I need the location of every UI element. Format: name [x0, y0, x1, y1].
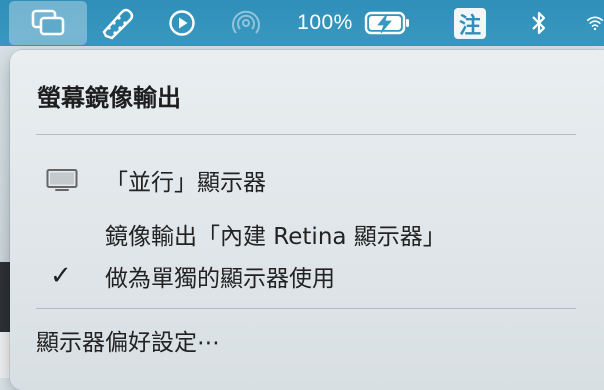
menu-item-mirror-builtin[interactable]: 鏡像輸出「內建 Retina 顯示器」 — [10, 216, 604, 252]
battery-charging-icon — [364, 11, 409, 35]
play-circle-icon — [169, 10, 195, 36]
menu-item-sidecar-display[interactable]: 「並行」顯示器 — [10, 162, 604, 198]
menu-item-display-preferences[interactable]: 顯示器偏好設定⋯ — [10, 322, 604, 358]
script-pen-button[interactable] — [98, 0, 138, 46]
screen-mirroring-icon — [31, 9, 65, 36]
airdrop-button[interactable] — [227, 0, 265, 46]
menu-item-label: 做為單獨的顯示器使用 — [105, 266, 335, 292]
menu-title: 螢幕鏡像輸出 — [37, 84, 181, 112]
menu-item-separate-display[interactable]: ✓ 做為單獨的顯示器使用 — [10, 258, 604, 294]
display-icon — [46, 169, 78, 191]
wifi-icon — [586, 16, 604, 31]
play-button[interactable] — [164, 0, 200, 46]
checkmark-icon: ✓ — [50, 261, 72, 291]
battery-status[interactable] — [362, 0, 414, 46]
bluetooth-button[interactable] — [524, 0, 554, 46]
screen-mirroring-button[interactable] — [9, 1, 87, 45]
battery-percent: 100% — [297, 11, 353, 34]
separator — [36, 308, 576, 309]
input-method-button[interactable]: 注 — [454, 8, 486, 39]
display-preferences-label: 顯示器偏好設定⋯ — [36, 330, 220, 356]
airdrop-icon — [232, 10, 260, 34]
menu-item-label: 鏡像輸出「內建 Retina 顯示器」 — [105, 224, 446, 250]
script-pen-icon — [102, 8, 134, 40]
screen-mirroring-menu: 螢幕鏡像輸出 「並行」顯示器 鏡像輸出「內建 Retina 顯示器」 ✓ 做為單… — [10, 50, 604, 390]
separator — [36, 134, 576, 135]
menu-item-label: 「並行」顯示器 — [105, 170, 266, 196]
menu-bar: 100% 注 — [0, 0, 604, 46]
wifi-button[interactable] — [586, 0, 604, 46]
bluetooth-icon — [532, 11, 546, 35]
